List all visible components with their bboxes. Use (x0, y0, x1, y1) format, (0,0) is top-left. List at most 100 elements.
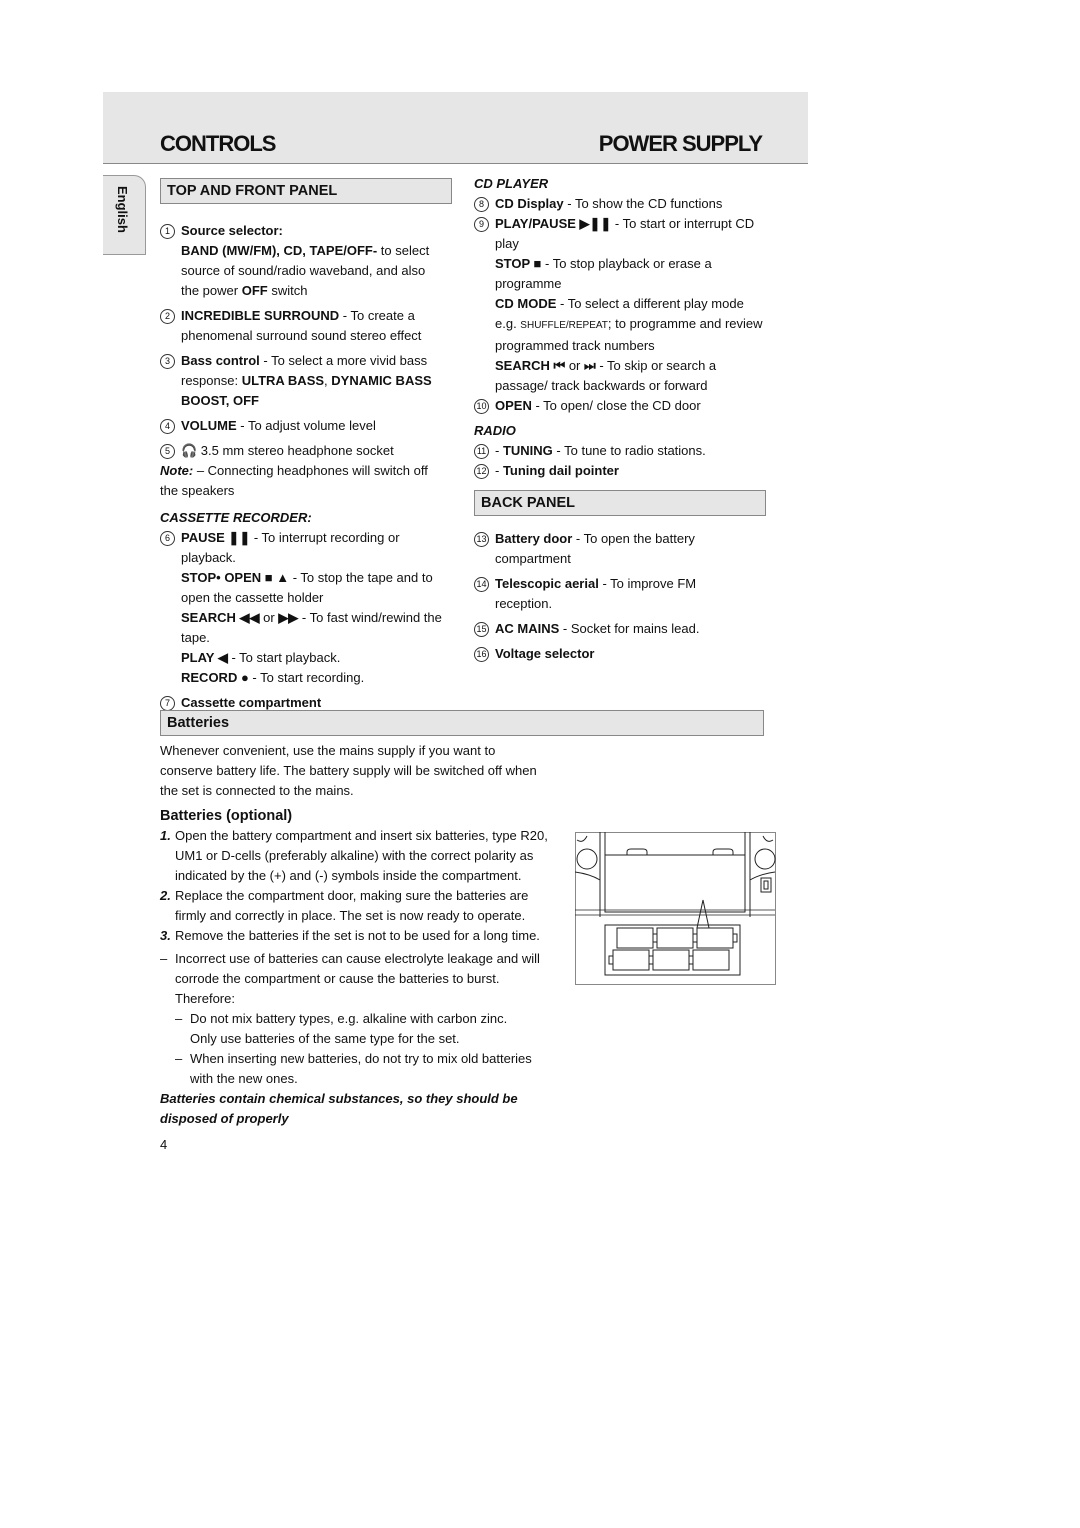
battery-cell (692, 949, 730, 971)
battery-compartment-illustration (575, 832, 776, 985)
text-segment: CD MODE (495, 296, 557, 311)
battery-cell (652, 949, 690, 971)
item-number-badge: 2 (160, 309, 175, 324)
language-tab: English (103, 175, 146, 255)
subsection-heading: RADIO (474, 423, 516, 438)
text-segment: OPEN (495, 398, 532, 413)
item-number-badge: 5 (160, 444, 175, 459)
text-segment: - Socket for mains lead. (559, 621, 700, 636)
text-segment: – Connecting headphones will switch off … (160, 463, 428, 498)
control-item: 13 Battery door - To open the battery com… (474, 529, 766, 569)
text-segment: - To start recording. (248, 670, 365, 685)
text-segment: RECORD ● (181, 670, 249, 685)
batteries-subtitle: Batteries (optional) (160, 808, 293, 824)
text-segment: switch (267, 283, 308, 298)
text-segment: - To start playback. (231, 650, 341, 665)
item-number-badge: 1 (160, 224, 175, 239)
subsection-heading: CASSETTE RECORDER: (160, 510, 312, 525)
panel-heading: BACK PANEL (474, 490, 766, 516)
control-item: 6 PAUSE ❚❚ - To interrupt recording or pl… (160, 528, 452, 688)
step-marker: 3. (160, 928, 171, 943)
text-segment: Note: (160, 463, 194, 478)
battery-step: 3. Remove the batteries if the set is not… (160, 926, 575, 946)
text-segment: VOLUME (181, 418, 237, 433)
item-number-badge: 3 (160, 354, 175, 369)
controls-column-left: TOP AND FRONT PANEL 1 Source selector: BAN… (160, 178, 452, 713)
item-number-badge: 16 (474, 647, 489, 662)
control-item: 1 Source selector: BAND (MW/FM), CD, TAPE… (160, 221, 452, 301)
controls-column-right: CD PLAYER 8 CD Display - To show the CD fu… (474, 174, 766, 664)
text-segment: SEARCH ◀◀ (181, 610, 260, 625)
warning: – Incorrect use of batteries can cause el… (160, 951, 540, 1006)
step-marker: 1. (160, 828, 171, 843)
text-segment: or (565, 358, 585, 373)
control-item: 4 VOLUME - To adjust volume level (160, 416, 452, 436)
text-segment: Battery door (495, 531, 573, 546)
control-item: 2 INCREDIBLE SURROUND - To create a pheno… (160, 306, 452, 346)
text-segment: STOP• OPEN ■ ▲ (181, 570, 290, 585)
batteries-heading: Batteries (160, 710, 764, 736)
control-item: 3 Bass control - To select a more vivid b… (160, 351, 452, 411)
text-segment: Cassette compartment (181, 695, 322, 710)
text-segment: - To open/ close the CD door (531, 398, 701, 413)
final-note: Batteries contain chemical substances, s… (160, 1091, 518, 1126)
battery-cell (612, 949, 650, 971)
item-number-badge: 6 (160, 531, 175, 546)
text-segment: AC MAINS (495, 621, 560, 636)
control-item: 15 AC MAINS - Socket for mains lead. (474, 619, 766, 639)
text-segment: - (495, 443, 503, 458)
item-number-badge: 10 (474, 399, 489, 414)
control-item: 8 CD Display - To show the CD functions (474, 194, 766, 214)
text-segment: - To tune to radio stations. (552, 443, 706, 458)
item-number-badge: 12 (474, 464, 489, 479)
dash-marker: – (175, 1011, 183, 1026)
text-segment: ▶▶ (278, 610, 299, 625)
sub-warnings: – Do not mix battery types, e.g. alkaline… (160, 1009, 575, 1089)
control-item: 14 Telescopic aerial - To improve FM rece… (474, 574, 766, 614)
item-number-badge: 15 (474, 622, 489, 637)
text-segment: Voltage selector (495, 646, 595, 661)
step-marker: 2. (160, 888, 171, 903)
control-item: 12- Tuning dail pointer (474, 461, 766, 481)
section-title-power-supply: POWER SUPPLY (598, 131, 763, 156)
sub-warning: – Do not mix battery types, e.g. alkaline… (160, 1009, 575, 1049)
text-segment: Bass control (181, 353, 260, 368)
battery-cell (696, 927, 734, 949)
item-number-badge: 11 (474, 444, 489, 459)
item-number-badge: 4 (160, 419, 175, 434)
note: Note: – Connecting headphones will switc… (160, 461, 452, 501)
sub-warning-text: Do not mix battery types, e.g. alkaline … (190, 1011, 508, 1046)
page-number: 4 (160, 1137, 168, 1152)
panel-heading: TOP AND FRONT PANEL (160, 178, 452, 204)
sub-warning: – When inserting new batteries, do not tr… (160, 1049, 575, 1089)
control-item: 16 Voltage selector (474, 644, 766, 664)
batteries-intro: Whenever convenient, use the mains suppl… (160, 743, 537, 798)
item-number-badge: 9 (474, 217, 489, 232)
text-segment: PAUSE ❚❚ (181, 530, 251, 545)
step-text: Replace the compartment door, making sur… (175, 888, 529, 923)
language-label: English (115, 186, 130, 233)
text-segment: Tuning dail pointer (502, 463, 619, 478)
text-segment: - To adjust volume level (236, 418, 376, 433)
text-segment: STOP ■ (495, 256, 542, 271)
text-segment: - To show the CD functions (563, 196, 723, 211)
battery-cell (616, 927, 654, 949)
text-segment: Telescopic aerial (495, 576, 599, 591)
step-text: Open the battery compartment and insert … (175, 828, 548, 883)
step-text: Remove the batteries if the set is not t… (175, 928, 540, 943)
control-item: 5 🎧 3.5 mm stereo headphone socket (160, 441, 452, 461)
sub-warning-text: When inserting new batteries, do not try… (190, 1051, 532, 1086)
subsection-heading: CD PLAYER (474, 176, 549, 191)
battery-step: 2. Replace the compartment door, making s… (160, 886, 575, 926)
batteries-section: Whenever convenient, use the mains suppl… (160, 741, 575, 1129)
text-segment: INCREDIBLE SURROUND (181, 308, 340, 323)
text-segment: PLAY/PAUSE ▶❚❚ (495, 216, 612, 231)
text-segment: or (259, 610, 279, 625)
text-segment: ⏭ (584, 358, 596, 373)
control-item: 9 PLAY/PAUSE ▶❚❚ - To start or interrupt … (474, 214, 766, 396)
text-segment: SHUFFLE/REPEAT (520, 320, 608, 331)
text-segment: 🎧 3.5 mm stereo headphone socket (181, 443, 394, 458)
text-segment: CD Display (495, 196, 564, 211)
text-segment: OFF (241, 283, 268, 298)
item-number-badge: 7 (160, 696, 175, 711)
